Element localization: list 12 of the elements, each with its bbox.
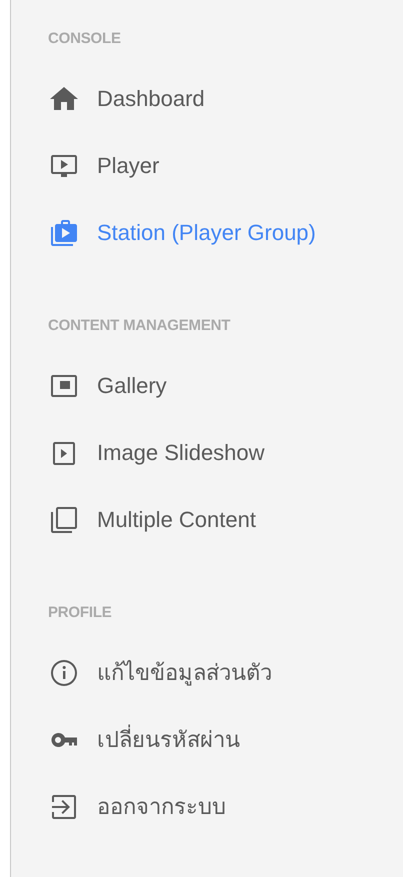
section-heading: CONSOLE	[48, 29, 122, 49]
menu-item[interactable]: Multiple Content	[48, 503, 256, 536]
menu-item[interactable]: แก้ไขข้อมูลส่วนตัว	[48, 656, 272, 689]
menu-item[interactable]: Player	[48, 149, 160, 182]
menu-item[interactable]: Gallery	[48, 369, 167, 402]
section-heading: CONTENT MANAGEMENT	[48, 316, 232, 336]
menu-item[interactable]: Image Slideshow	[48, 436, 265, 469]
menu-item[interactable]: เปลี่ยนรหัสผ่าน	[48, 723, 240, 756]
menu-item[interactable]: ออกจากระบบ	[48, 790, 226, 823]
menu-item[interactable]: Dashboard	[48, 82, 205, 115]
section-heading: PROFILE	[48, 603, 113, 623]
menu-item[interactable]: Station (Player Group)	[48, 216, 316, 249]
